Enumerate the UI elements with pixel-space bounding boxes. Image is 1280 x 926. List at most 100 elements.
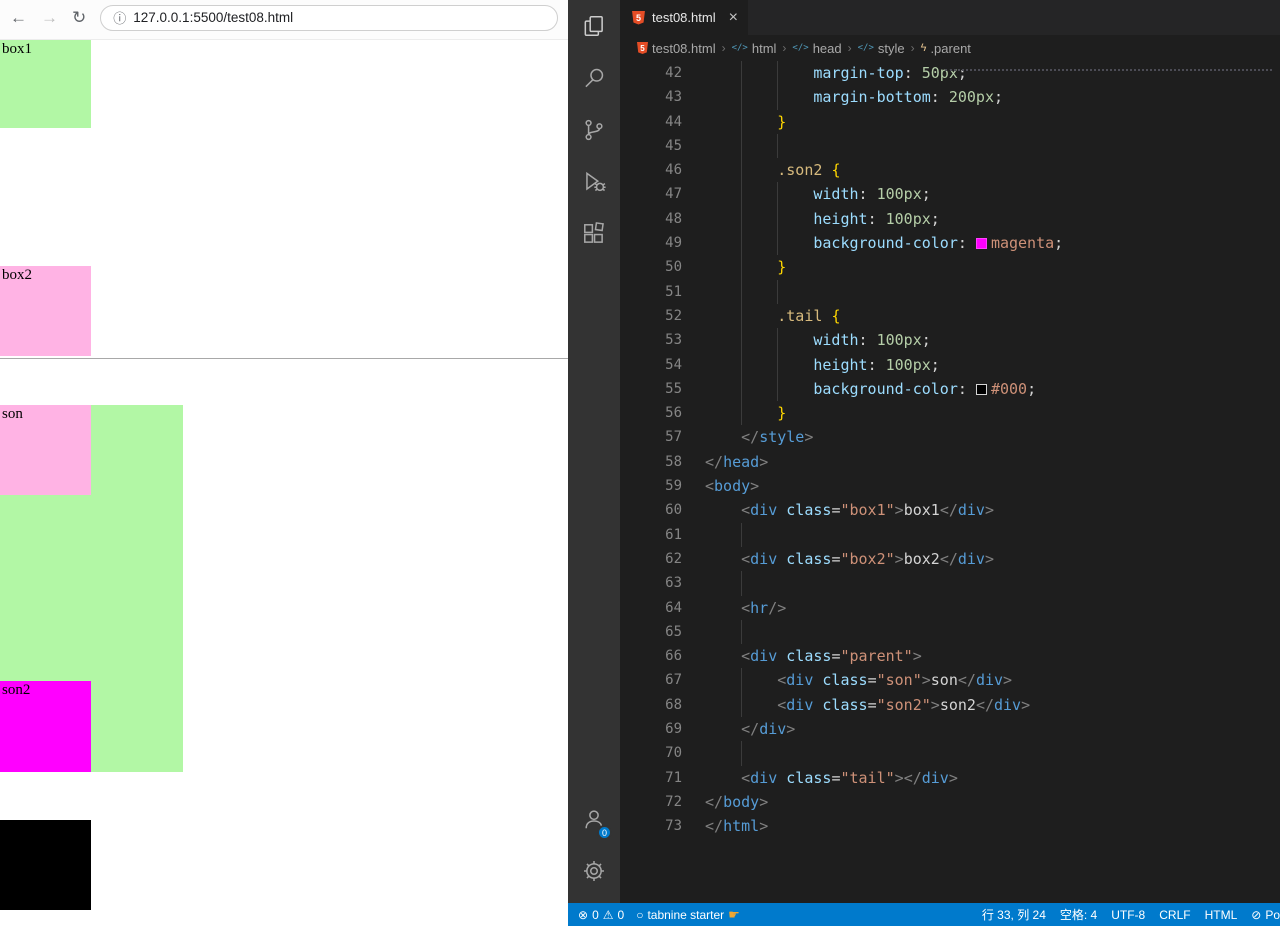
line-number[interactable]: 73: [620, 814, 682, 838]
line-number[interactable]: 56: [620, 401, 682, 425]
settings-gear-icon[interactable]: [568, 845, 620, 897]
code-line[interactable]: 73 </html>: [620, 814, 1280, 838]
statusbar-item[interactable]: HTML: [1205, 908, 1238, 922]
code-line[interactable]: 50 }: [620, 255, 1280, 280]
code-line[interactable]: 71 <div class="tail"></div>: [620, 766, 1280, 790]
line-number[interactable]: 70: [620, 741, 682, 765]
statusbar-item[interactable]: 行 33, 列 24: [982, 906, 1046, 923]
tabnine-status[interactable]: ○ tabnine starter ☛: [636, 907, 740, 923]
forward-icon[interactable]: →: [41, 9, 58, 26]
breadcrumb-item[interactable]: ϟ .parent: [921, 41, 971, 56]
indent-guide: [741, 352, 743, 377]
code-line[interactable]: 57 </style>: [620, 425, 1280, 449]
code-line[interactable]: 49 background-color: magenta;: [620, 231, 1280, 256]
statusbar-item[interactable]: ⊘ Po: [1251, 908, 1280, 922]
breadcrumb-item[interactable]: </> head: [792, 41, 841, 56]
line-number[interactable]: 72: [620, 790, 682, 814]
statusbar-item[interactable]: UTF-8: [1111, 908, 1145, 922]
line-number[interactable]: 54: [620, 353, 682, 377]
breadcrumb-item[interactable]: </> html: [732, 41, 777, 56]
line-number[interactable]: 66: [620, 644, 682, 668]
line-number[interactable]: 52: [620, 304, 682, 328]
line-number[interactable]: 53: [620, 328, 682, 352]
code-line[interactable]: 52 .tail {: [620, 303, 1280, 329]
line-number[interactable]: 42: [620, 61, 682, 85]
code-line[interactable]: 42 margin-top: 50px;: [620, 61, 1280, 86]
line-number[interactable]: 58: [620, 450, 682, 474]
code-line[interactable]: 47 width: 100px;: [620, 182, 1280, 207]
line-number[interactable]: 46: [620, 158, 682, 182]
code-line[interactable]: 51: [620, 279, 1280, 304]
site-info-icon[interactable]: ⓘ: [113, 8, 126, 27]
explorer-icon[interactable]: [568, 0, 620, 52]
line-number[interactable]: 64: [620, 596, 682, 620]
line-number[interactable]: 49: [620, 231, 682, 255]
code-line[interactable]: 62 <div class="box2">box2</div>: [620, 547, 1280, 571]
line-number[interactable]: 45: [620, 134, 682, 158]
extensions-icon[interactable]: [568, 208, 620, 260]
breadcrumb-item[interactable]: 5 test08.html: [637, 41, 716, 56]
code-line[interactable]: 56 }: [620, 401, 1280, 426]
account-icon[interactable]: 0: [568, 793, 620, 845]
line-number[interactable]: 51: [620, 280, 682, 304]
tab-close-icon[interactable]: ×: [729, 9, 738, 27]
line-number[interactable]: 57: [620, 425, 682, 449]
box2-label: box2: [2, 267, 32, 283]
code-line[interactable]: 43 margin-bottom: 200px;: [620, 85, 1280, 110]
code-line[interactable]: 64 <hr/>: [620, 596, 1280, 620]
source-control-icon[interactable]: [568, 104, 620, 156]
warnings-count: 0: [617, 907, 625, 922]
line-number[interactable]: 67: [620, 668, 682, 692]
code-line[interactable]: 44 }: [620, 109, 1280, 134]
statusbar-item-label: Po: [1265, 907, 1280, 922]
line-number[interactable]: 71: [620, 766, 682, 790]
line-number[interactable]: 62: [620, 547, 682, 571]
code-line[interactable]: 70: [620, 741, 1280, 766]
line-number[interactable]: 68: [620, 693, 682, 717]
code-line[interactable]: 72 </body>: [620, 790, 1280, 814]
code-line[interactable]: 59 <body>: [620, 474, 1280, 498]
search-icon[interactable]: [568, 52, 620, 104]
line-number[interactable]: 43: [620, 85, 682, 109]
line-number[interactable]: 55: [620, 377, 682, 401]
line-number[interactable]: 61: [620, 523, 682, 547]
code-line[interactable]: 63: [620, 571, 1280, 596]
code-line[interactable]: 69 </div>: [620, 717, 1280, 741]
line-number[interactable]: 47: [620, 182, 682, 206]
statusbar-item[interactable]: 空格: 4: [1060, 906, 1097, 923]
line-number[interactable]: 69: [620, 717, 682, 741]
line-content: margin-bottom: 200px;: [705, 85, 1280, 110]
statusbar-item[interactable]: CRLF: [1159, 908, 1190, 922]
statusbar-item-label: UTF-8: [1111, 907, 1146, 922]
code-line[interactable]: 54 height: 100px;: [620, 352, 1280, 377]
code-line[interactable]: 55 background-color: #000;: [620, 376, 1280, 402]
line-number[interactable]: 60: [620, 498, 682, 522]
color-swatch[interactable]: [975, 238, 987, 250]
breadcrumb-item[interactable]: </> style: [858, 41, 905, 56]
line-number[interactable]: 44: [620, 110, 682, 134]
tab-test08[interactable]: 5 test08.html ×: [620, 0, 748, 35]
line-number[interactable]: 65: [620, 620, 682, 644]
code-line[interactable]: 45: [620, 133, 1280, 159]
code-line[interactable]: 68 <div class="son2">son2</div>: [620, 692, 1280, 718]
run-debug-icon[interactable]: [568, 156, 620, 208]
code-line[interactable]: 48 height: 100px;: [620, 206, 1280, 232]
problems-status[interactable]: ⊗ 0 ⚠ 0: [578, 908, 624, 922]
code-line[interactable]: 53 width: 100px;: [620, 328, 1280, 353]
code-line[interactable]: 67 <div class="son">son</div>: [620, 668, 1280, 693]
code-line[interactable]: 61: [620, 522, 1280, 547]
color-swatch[interactable]: [975, 383, 987, 395]
page-hr: [0, 358, 568, 359]
address-bar[interactable]: ⓘ 127.0.0.1:5500/test08.html: [100, 4, 558, 31]
code-line[interactable]: 66 <div class="parent">: [620, 644, 1280, 668]
code-line[interactable]: 60 <div class="box1">box1</div>: [620, 498, 1280, 522]
line-number[interactable]: 63: [620, 571, 682, 595]
line-number[interactable]: 59: [620, 474, 682, 498]
back-icon[interactable]: ←: [10, 9, 27, 26]
code-line[interactable]: 46 .son2 {: [620, 158, 1280, 183]
code-line[interactable]: 58 </head>: [620, 450, 1280, 474]
line-number[interactable]: 48: [620, 207, 682, 231]
reload-icon[interactable]: ↻: [72, 9, 86, 26]
code-line[interactable]: 65: [620, 619, 1280, 645]
line-number[interactable]: 50: [620, 255, 682, 279]
